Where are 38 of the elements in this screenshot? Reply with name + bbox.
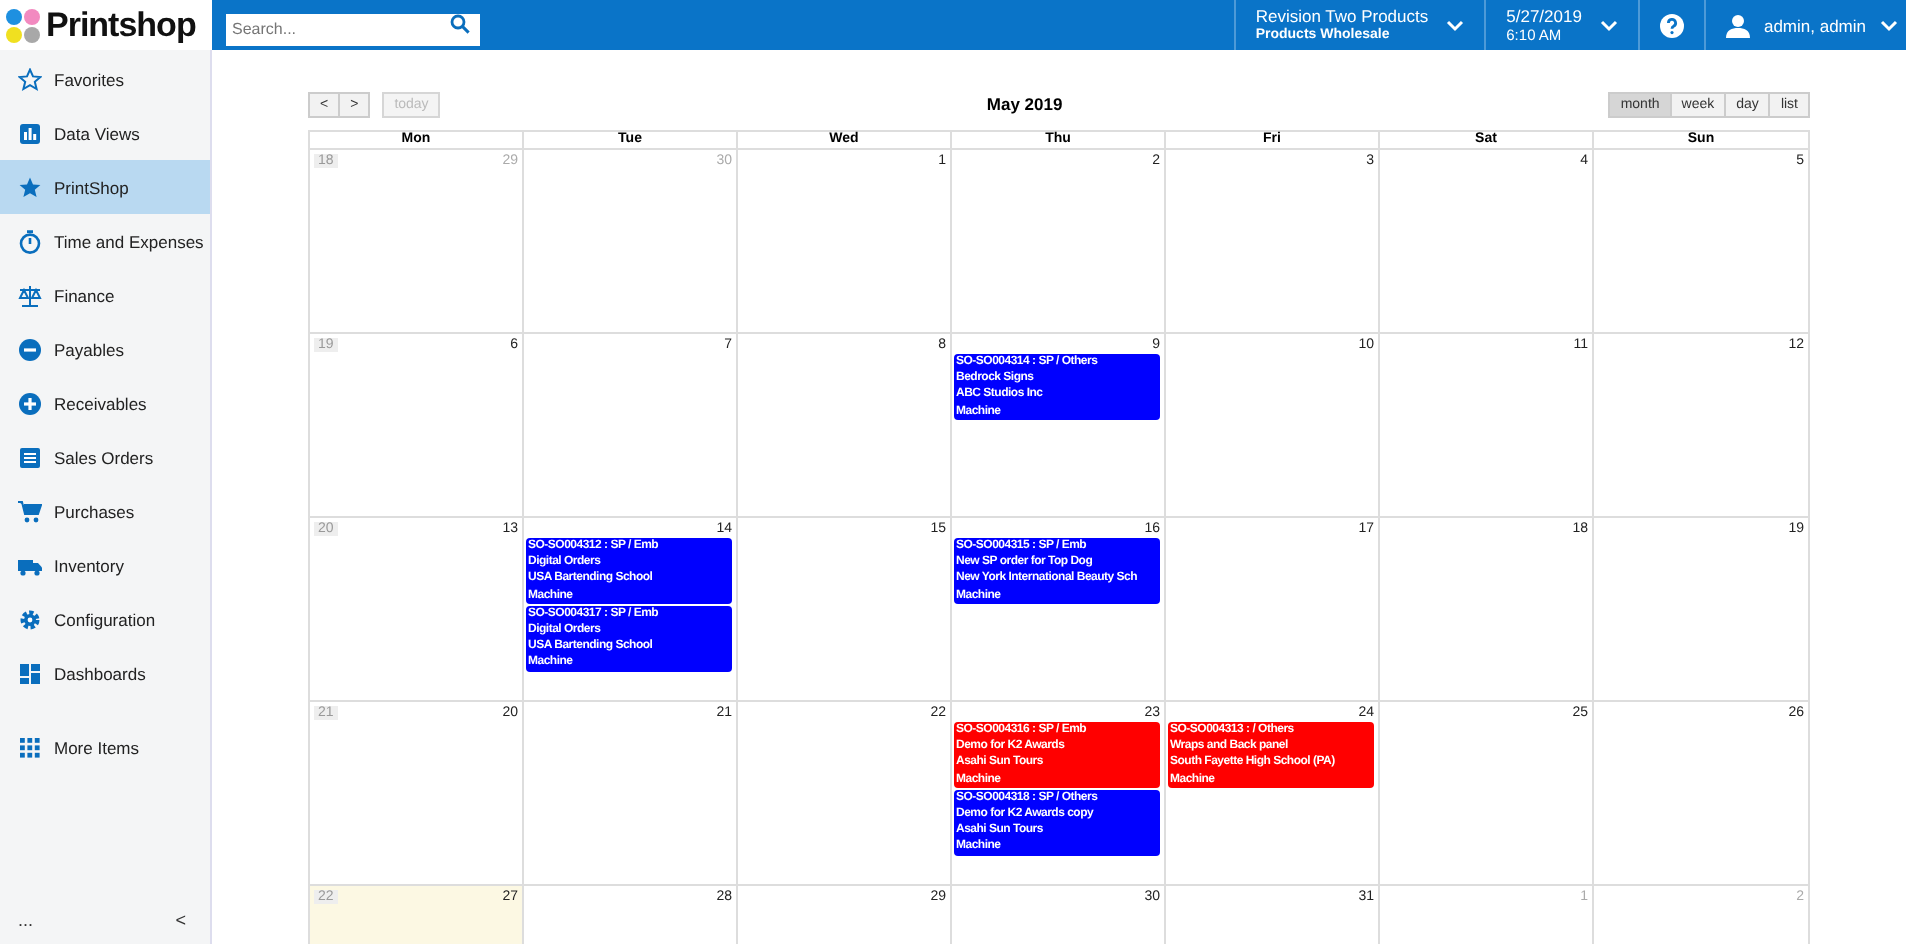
chevron-down-icon[interactable] <box>1599 19 1618 31</box>
cart-icon <box>18 499 42 523</box>
sidebar-item[interactable]: Configuration <box>0 592 210 646</box>
app-logo-text: Printshop <box>46 5 196 45</box>
collapse-button[interactable]: < <box>175 910 186 930</box>
chevron-down-icon[interactable] <box>1446 19 1465 31</box>
stopwatch-icon <box>18 229 42 253</box>
sidebar-item[interactable]: More Items <box>0 720 210 774</box>
star-icon <box>18 175 42 199</box>
sidebar-item[interactable]: Payables <box>0 322 210 376</box>
search-field[interactable]: Search... <box>226 13 480 45</box>
sidebar-item[interactable]: Dashboards <box>0 646 210 700</box>
chevron-down-icon[interactable] <box>1880 19 1898 31</box>
sidebar-item[interactable]: Time and Expenses <box>0 214 210 268</box>
more-button[interactable]: ... <box>18 910 34 930</box>
sidebar-item[interactable]: Finance <box>0 268 210 322</box>
dots-logo-icon <box>4 7 44 43</box>
settings-icon <box>18 607 42 631</box>
dashboard-icon <box>18 661 42 685</box>
sidebar-item[interactable]: Inventory <box>0 538 210 592</box>
sidebar-item[interactable]: Receivables <box>0 376 210 430</box>
user-menu[interactable]: admin, admin <box>1703 0 1906 50</box>
calendar-title: May 2019 <box>984 94 1065 114</box>
bar-chart-icon <box>18 121 42 145</box>
plus-circle-icon <box>18 391 42 415</box>
star-icon <box>18 67 42 91</box>
user-icon[interactable] <box>1725 13 1750 37</box>
grid-icon <box>18 735 42 759</box>
sidebar-item[interactable]: Purchases <box>0 484 210 538</box>
sidebar-item[interactable]: Favorites <box>0 52 210 106</box>
sidebar-item[interactable]: PrintShop <box>0 160 210 214</box>
sidebar-item[interactable]: Data Views <box>0 106 210 160</box>
minus-circle-icon <box>18 337 42 361</box>
help-icon[interactable] <box>1659 13 1684 37</box>
sidebar-item[interactable]: Sales Orders <box>0 430 210 484</box>
search-icon[interactable] <box>450 14 470 34</box>
scale-icon <box>18 283 42 307</box>
list-icon <box>18 445 42 469</box>
